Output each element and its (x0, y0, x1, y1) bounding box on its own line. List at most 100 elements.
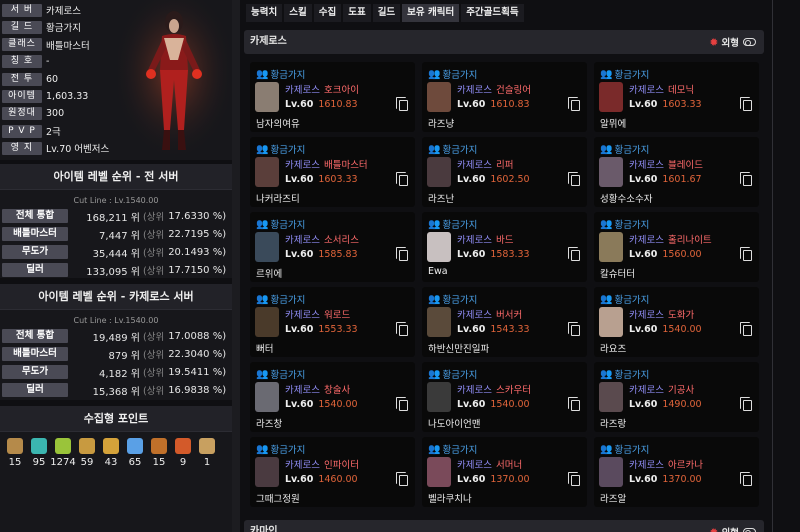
character-card[interactable]: 👥 황금가지 카제로스 소서리스 Lv.60 1585.83 르위에 (250, 212, 415, 282)
copy-icon[interactable] (396, 397, 408, 411)
profile-row: 영 지 Lv.70 어벤저스 (2, 141, 122, 155)
character-card[interactable]: 👥 황금가지 카제로스 리퍼 Lv.60 1602.50 라즈난 (422, 137, 587, 207)
collection-item: 15 (3, 438, 27, 468)
sun-icon: ✹ (709, 35, 719, 49)
collection-item: 1274 (50, 438, 76, 468)
character-card[interactable]: 👥 황금가지 카제로스 서머너 Lv.60 1370.00 벨라쿠치나 (422, 437, 587, 507)
card-lv: Lv.60 (629, 174, 658, 185)
rank-all-cutline: Cut Line : Lv.1540.00 (73, 196, 159, 205)
card-level: Lv.60 1540.00 (457, 399, 530, 410)
card-level: Lv.60 1560.00 (629, 249, 702, 260)
character-card[interactable]: 👥 황금가지 카제로스 건슬링어 Lv.60 1610.83 라즈냥 (422, 62, 587, 132)
character-card[interactable]: 👥 황금가지 카제로스 데모닉 Lv.60 1603.33 알뮈에 (594, 62, 759, 132)
character-card[interactable]: 👥 황금가지 카제로스 버서커 Lv.60 1543.33 하반신만진일파 (422, 287, 587, 357)
character-card[interactable]: 👥 황금가지 카제로스 배틀마스터 Lv.60 1603.33 나커라즈티 (250, 137, 415, 207)
character-card[interactable]: 👥 황금가지 카제로스 바드 Lv.60 1583.33 Ewa (422, 212, 587, 282)
card-lv: Lv.60 (285, 474, 314, 485)
card-lv: Lv.60 (629, 474, 658, 485)
copy-icon[interactable] (396, 247, 408, 261)
card-lv: Lv.60 (457, 474, 486, 485)
character-card[interactable]: 👥 황금가지 카제로스 기공사 Lv.60 1490.00 라즈랑 (594, 362, 759, 432)
card-item-level: 1490.00 (662, 399, 702, 410)
profile-label: P V P (2, 124, 42, 138)
copy-icon[interactable] (396, 97, 408, 111)
copy-icon[interactable] (740, 397, 752, 411)
tab-4[interactable]: 길드 (372, 4, 401, 22)
copy-icon[interactable] (740, 172, 752, 186)
card-server: 카제로스 (285, 85, 320, 96)
copy-icon[interactable] (740, 97, 752, 111)
character-card[interactable]: 👥 황금가지 카제로스 블레이드 Lv.60 1601.67 성황수소수자 (594, 137, 759, 207)
character-card[interactable]: 👥 황금가지 카제로스 호크아이 Lv.60 1610.83 남자의여유 (250, 62, 415, 132)
card-guild-name: 황금가지 (270, 370, 306, 381)
card-guild-name: 황금가지 (442, 370, 478, 381)
next-appearance-toggle[interactable]: ✹ 외형 (709, 520, 756, 532)
copy-icon[interactable] (396, 472, 408, 486)
igneas-token-icon (103, 438, 119, 454)
card-server: 카제로스 (457, 385, 492, 396)
tab-1[interactable]: 스킬 (284, 4, 312, 22)
copy-icon[interactable] (568, 397, 580, 411)
rank-value: 7,447 위 (98, 230, 140, 242)
profile-value: 60 (46, 73, 59, 85)
rank-all-server-panel: 아이템 레벨 순위 - 전 서버 Cut Line : Lv.1540.00 전… (0, 164, 232, 278)
character-card[interactable]: 👥 황금가지 카제로스 아르카나 Lv.60 1370.00 라즈알 (594, 437, 759, 507)
tab-6[interactable]: 주간골드획득 (461, 4, 524, 22)
character-card[interactable]: 👥 황금가지 카제로스 홀리나이트 Lv.60 1560.00 칼슈터터 (594, 212, 759, 282)
card-item-level: 1602.50 (490, 174, 530, 185)
card-item-level: 1460.00 (318, 474, 358, 485)
character-card[interactable]: 👥 황금가지 카제로스 도화가 Lv.60 1540.00 라요즈 (594, 287, 759, 357)
card-server-class: 카제로스 서머너 (457, 457, 522, 471)
users-icon: 👥 (428, 368, 441, 380)
tab-3[interactable]: 도표 (343, 4, 371, 22)
appearance-toggle[interactable]: ✹ 외형 (709, 30, 756, 54)
giants-heart-icon (79, 438, 95, 454)
rank-prefix: (상위 (143, 368, 165, 379)
card-guild-name: 황금가지 (270, 70, 306, 81)
card-server-class: 카제로스 소서리스 (285, 232, 359, 246)
character-card[interactable]: 👥 황금가지 카제로스 인파이터 Lv.60 1460.00 그때그정원 (250, 437, 415, 507)
copy-icon[interactable] (396, 172, 408, 186)
card-lv: Lv.60 (629, 99, 658, 110)
tab-2[interactable]: 수집 (313, 4, 342, 22)
card-server: 카제로스 (285, 235, 320, 246)
card-guild: 👥 황금가지 (256, 367, 306, 382)
copy-icon[interactable] (568, 322, 580, 336)
rank-prefix: (상위 (143, 248, 165, 259)
rank-row: 배틀마스터 879 위 (상위 22.3040 %) (0, 346, 232, 362)
card-server: 카제로스 (285, 160, 320, 171)
next-appearance-toggle-label: 외형 (722, 525, 739, 532)
card-server: 카제로스 (629, 385, 664, 396)
copy-icon[interactable] (568, 97, 580, 111)
tab-5[interactable]: 보유 캐릭터 (402, 4, 460, 22)
card-guild-name: 황금가지 (442, 445, 478, 456)
card-level: Lv.60 1540.00 (285, 399, 358, 410)
rank-server-cutline: Cut Line : Lv.1540.00 (73, 316, 159, 325)
character-card[interactable]: 👥 황금가지 카제로스 창술사 Lv.60 1540.00 라즈창 (250, 362, 415, 432)
copy-icon[interactable] (568, 472, 580, 486)
copy-icon[interactable] (740, 472, 752, 486)
copy-icon[interactable] (740, 247, 752, 261)
card-character-name: 나도아이언맨 (428, 419, 481, 430)
copy-icon[interactable] (568, 247, 580, 261)
rank-label: 무도가 (2, 245, 68, 259)
card-item-level: 1583.33 (490, 249, 530, 260)
card-item-level: 1540.00 (318, 399, 358, 410)
character-card[interactable]: 👥 황금가지 카제로스 스카우터 Lv.60 1540.00 나도아이언맨 (422, 362, 587, 432)
card-item-level: 1540.00 (662, 324, 702, 335)
card-level: Lv.60 1602.50 (457, 174, 530, 185)
tab-0[interactable]: 능력치 (246, 4, 283, 22)
character-card[interactable]: 👥 황금가지 카제로스 워로드 Lv.60 1553.33 뻐터 (250, 287, 415, 357)
card-server: 카제로스 (285, 460, 320, 471)
rank-value: 19,489 위 (92, 332, 140, 344)
copy-icon[interactable] (740, 322, 752, 336)
copy-icon[interactable] (568, 172, 580, 186)
card-server: 카제로스 (629, 160, 664, 171)
card-server-class: 카제로스 버서커 (457, 307, 522, 321)
card-level: Lv.60 1610.83 (285, 99, 358, 110)
card-item-level: 1370.00 (662, 474, 702, 485)
users-icon: 👥 (256, 443, 269, 455)
rank-row: 딜러 133,095 위 (상위 17.7150 %) (0, 262, 232, 278)
profile-value: 배틀마스터 (46, 40, 90, 52)
copy-icon[interactable] (396, 322, 408, 336)
